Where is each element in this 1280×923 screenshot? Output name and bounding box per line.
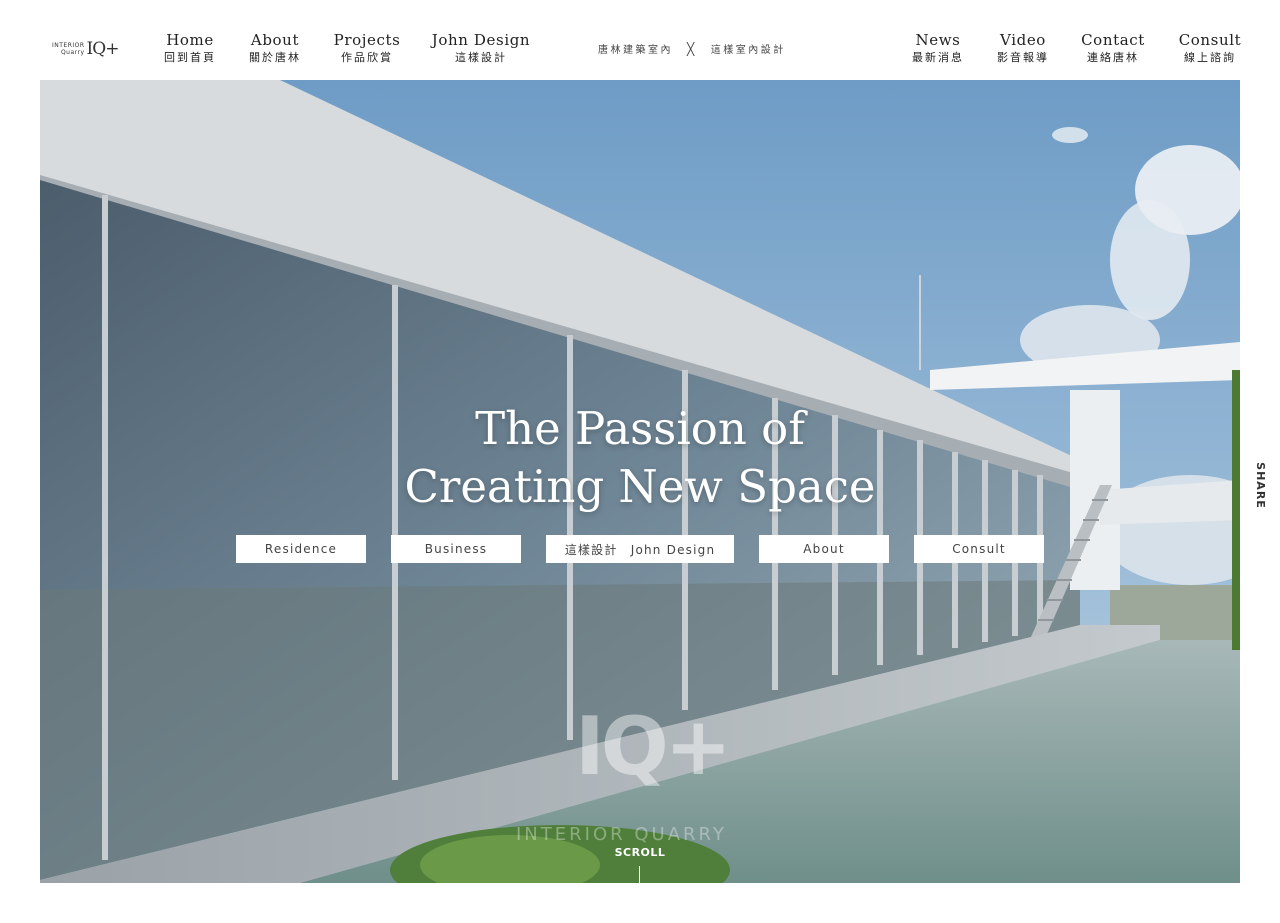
nav-news-label: News	[915, 31, 961, 49]
logo-wordmark: INTERIOR Quarry	[52, 42, 85, 56]
nav-projects-sublabel: 作品欣賞	[341, 51, 393, 64]
logo-line-1: INTERIOR	[52, 42, 85, 49]
nav-consult-label: Consult	[1178, 31, 1242, 49]
business-button[interactable]: Business	[391, 535, 521, 563]
nav-about-sublabel: 關於唐林	[249, 51, 301, 64]
nav-video-label: Video	[1000, 31, 1046, 49]
brand-tagline: 唐林建築室內 ╳ 這樣室內設計	[598, 41, 786, 57]
site-logo[interactable]: INTERIOR Quarry IQ+	[52, 38, 120, 60]
nav-contact[interactable]: Contact 連絡唐林	[1078, 30, 1148, 66]
about-button[interactable]: About	[759, 535, 889, 563]
hero-banner: The Passion of Creating New Space Reside…	[40, 80, 1240, 883]
consult-button[interactable]: Consult	[914, 535, 1044, 563]
share-button[interactable]: SHARE	[1248, 460, 1272, 510]
nav-home-label: Home	[166, 31, 214, 49]
logo-mark: IQ+	[86, 39, 120, 59]
nav-contact-label: Contact	[1081, 31, 1145, 49]
watermark-logo-mark: IQ+	[575, 700, 732, 793]
nav-news[interactable]: News 最新消息	[910, 30, 966, 66]
nav-projects[interactable]: Projects 作品欣賞	[332, 30, 402, 66]
watermark-logo-text: INTERIOR QUARRY	[516, 824, 727, 845]
nav-john-design-sublabel: 這樣設計	[455, 51, 507, 64]
nav-consult-sublabel: 線上諮詢	[1184, 51, 1236, 64]
share-label: SHARE	[1253, 461, 1267, 509]
scroll-indicator-label[interactable]: SCROLL	[600, 846, 680, 859]
nav-contact-sublabel: 連絡唐林	[1087, 51, 1139, 64]
brand-right: 這樣室內設計	[710, 45, 786, 56]
scroll-indicator-line	[639, 866, 640, 883]
hero-headline: The Passion of Creating New Space	[40, 400, 1240, 516]
residence-button[interactable]: Residence	[236, 535, 366, 563]
nav-john-design-label: John Design	[431, 31, 531, 49]
nav-news-sublabel: 最新消息	[912, 51, 964, 64]
site-header: INTERIOR Quarry IQ+ Home 回到首頁 About 關於唐林…	[0, 0, 1280, 80]
hero-headline-line-2: Creating New Space	[404, 460, 876, 513]
hero-headline-line-1: The Passion of	[475, 402, 805, 455]
nav-about[interactable]: About 關於唐林	[246, 30, 304, 66]
nav-consult[interactable]: Consult 線上諮詢	[1176, 30, 1244, 66]
nav-about-label: About	[250, 31, 300, 49]
nav-video[interactable]: Video 影音報導	[994, 30, 1052, 66]
nav-home-sublabel: 回到首頁	[164, 51, 216, 64]
nav-john-design[interactable]: John Design 這樣設計	[430, 30, 532, 66]
nav-video-sublabel: 影音報導	[997, 51, 1049, 64]
logo-line-2: Quarry	[60, 49, 85, 56]
john-design-button[interactable]: 這樣設計 John Design	[546, 535, 734, 563]
nav-home[interactable]: Home 回到首頁	[162, 30, 218, 66]
nav-projects-label: Projects	[333, 31, 401, 49]
brand-left: 唐林建築室內	[598, 45, 673, 56]
cross-icon: ╳	[687, 41, 697, 56]
